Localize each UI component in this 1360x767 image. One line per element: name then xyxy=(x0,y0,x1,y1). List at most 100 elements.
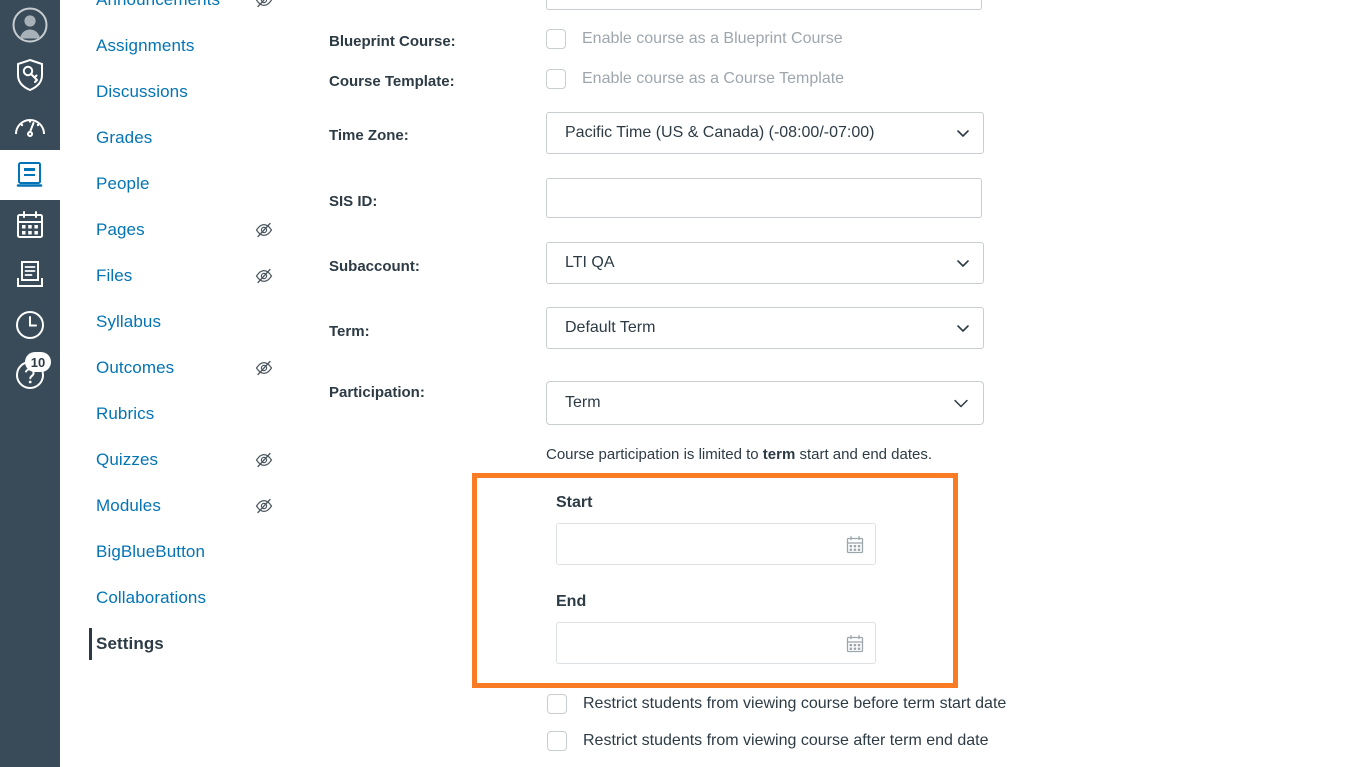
start-date-label: Start xyxy=(556,494,593,511)
global-nav-calendar[interactable] xyxy=(0,200,60,250)
sidebar-item-syllabus[interactable]: Syllabus xyxy=(60,299,300,345)
term-value: Default Term xyxy=(565,319,656,336)
participation-value: Term xyxy=(565,394,601,411)
sidebar-item-label: Outcomes xyxy=(96,358,175,377)
sidebar-item-outcomes[interactable]: Outcomes xyxy=(60,345,300,391)
participation-help-prefix: Course participation is limited to xyxy=(546,446,763,463)
sidebar-item-settings[interactable]: Settings xyxy=(60,621,300,667)
chevron-down-icon xyxy=(955,125,971,141)
sis-id-input[interactable] xyxy=(546,178,982,218)
calendar-icon[interactable] xyxy=(845,634,865,654)
global-nav-account[interactable] xyxy=(0,0,60,50)
course-template-checkbox[interactable] xyxy=(546,69,566,89)
hidden-eye-slash-icon xyxy=(254,0,274,10)
sidebar-item-announcements[interactable]: Announcements xyxy=(60,0,300,23)
hidden-eye-slash-icon xyxy=(254,220,274,240)
sidebar-item-label: Quizzes xyxy=(96,450,159,469)
sidebar-item-label: Pages xyxy=(96,220,145,239)
participation-help-text: Course participation is limited to term … xyxy=(546,446,932,463)
blueprint-course-checkbox-label: Enable course as a Blueprint Course xyxy=(582,30,843,47)
subaccount-label: Subaccount: xyxy=(329,258,420,275)
restrict-after-end-row[interactable]: Restrict students from viewing course af… xyxy=(547,731,989,751)
sidebar-item-label: Grades xyxy=(96,128,153,147)
global-nav-courses[interactable] xyxy=(0,150,60,200)
sidebar-item-discussions[interactable]: Discussions xyxy=(60,69,300,115)
restrict-after-end-label: Restrict students from viewing course af… xyxy=(583,732,989,749)
chevron-down-icon xyxy=(955,255,971,271)
blueprint-course-label: Blueprint Course: xyxy=(329,33,456,50)
global-nav-history[interactable] xyxy=(0,300,60,350)
sidebar-item-label: Discussions xyxy=(96,82,188,101)
sidebar-item-rubrics[interactable]: Rubrics xyxy=(60,391,300,437)
time-zone-value: Pacific Time (US & Canada) (-08:00/-07:0… xyxy=(565,124,875,141)
global-nav-inbox[interactable] xyxy=(0,250,60,300)
chevron-down-icon xyxy=(951,393,971,413)
sidebar-item-pages[interactable]: Pages xyxy=(60,207,300,253)
sidebar-item-quizzes[interactable]: Quizzes xyxy=(60,437,300,483)
sis-id-label: SIS ID: xyxy=(329,193,378,210)
restrict-before-start-row[interactable]: Restrict students from viewing course be… xyxy=(547,694,1006,714)
term-label: Term: xyxy=(329,323,370,340)
sidebar-item-people[interactable]: People xyxy=(60,161,300,207)
course-template-checkbox-label: Enable course as a Course Template xyxy=(582,70,845,87)
global-navigation-rail: 10 xyxy=(0,0,60,767)
gauge-icon xyxy=(14,113,46,137)
hidden-eye-slash-icon xyxy=(254,496,274,516)
restrict-before-start-checkbox[interactable] xyxy=(547,694,567,714)
restrict-after-end-checkbox[interactable] xyxy=(547,731,567,751)
canvas-course-settings-page: 10 Announcements Assignments Discussions… xyxy=(0,0,1360,767)
sidebar-item-label: Syllabus xyxy=(96,312,162,331)
course-template-checkbox-row[interactable]: Enable course as a Course Template xyxy=(546,69,844,89)
hidden-eye-slash-icon xyxy=(254,450,274,470)
calendar-icon xyxy=(16,210,44,240)
sidebar-item-collaborations[interactable]: Collaborations xyxy=(60,575,300,621)
inbox-tray-icon xyxy=(16,260,44,290)
chevron-down-icon xyxy=(955,320,971,336)
hidden-eye-slash-icon xyxy=(254,358,274,378)
text-input[interactable] xyxy=(546,0,982,10)
hidden-eye-slash-icon xyxy=(254,266,274,286)
time-zone-label: Time Zone: xyxy=(329,127,409,144)
course-settings-form: Blueprint Course: Enable course as a Blu… xyxy=(300,0,1360,767)
participation-dates-highlight-box: Start End xyxy=(472,473,958,688)
sidebar-item-files[interactable]: Files xyxy=(60,253,300,299)
subaccount-value: LTI QA xyxy=(565,254,615,271)
course-name-field-partial[interactable] xyxy=(546,0,982,10)
end-date-label: End xyxy=(556,593,587,610)
sidebar-item-label: BigBlueButton xyxy=(96,542,206,561)
course-template-label: Course Template: xyxy=(329,73,455,90)
sidebar-item-bigbluebutton[interactable]: BigBlueButton xyxy=(60,529,300,575)
end-date-input[interactable] xyxy=(556,622,876,664)
shield-key-icon xyxy=(15,58,45,92)
start-date-input[interactable] xyxy=(556,523,876,565)
clock-icon xyxy=(15,310,45,340)
blueprint-course-checkbox-row[interactable]: Enable course as a Blueprint Course xyxy=(546,29,843,49)
participation-help-suffix: start and end dates. xyxy=(795,446,933,463)
course-navigation-menu: Announcements Assignments Discussions Gr… xyxy=(60,0,300,767)
sidebar-item-label: Assignments xyxy=(96,36,195,55)
sidebar-item-label: Rubrics xyxy=(96,404,155,423)
sidebar-item-assignments[interactable]: Assignments xyxy=(60,23,300,69)
text-input[interactable] xyxy=(546,178,982,218)
sidebar-item-label: Modules xyxy=(96,496,161,515)
sidebar-item-grades[interactable]: Grades xyxy=(60,115,300,161)
term-select[interactable]: Default Term xyxy=(546,307,984,349)
sidebar-item-label: People xyxy=(96,174,150,193)
global-nav-dashboard[interactable] xyxy=(0,100,60,150)
global-nav-admin[interactable] xyxy=(0,50,60,100)
sidebar-item-label: Files xyxy=(96,266,133,285)
participation-help-emphasis: term xyxy=(762,446,796,463)
global-nav-help[interactable]: 10 xyxy=(0,350,60,400)
sidebar-item-modules[interactable]: Modules xyxy=(60,483,300,529)
restrict-before-start-label: Restrict students from viewing course be… xyxy=(583,695,1007,712)
calendar-icon[interactable] xyxy=(845,535,865,555)
subaccount-select[interactable]: LTI QA xyxy=(546,242,984,284)
help-badge: 10 xyxy=(25,352,51,372)
time-zone-select[interactable]: Pacific Time (US & Canada) (-08:00/-07:0… xyxy=(546,112,984,154)
sidebar-item-label: Announcements xyxy=(96,0,254,10)
user-avatar-icon xyxy=(12,7,48,43)
blueprint-course-checkbox[interactable] xyxy=(546,29,566,49)
participation-label: Participation: xyxy=(329,384,425,401)
participation-select[interactable]: Term xyxy=(546,381,984,425)
book-icon xyxy=(15,160,45,190)
